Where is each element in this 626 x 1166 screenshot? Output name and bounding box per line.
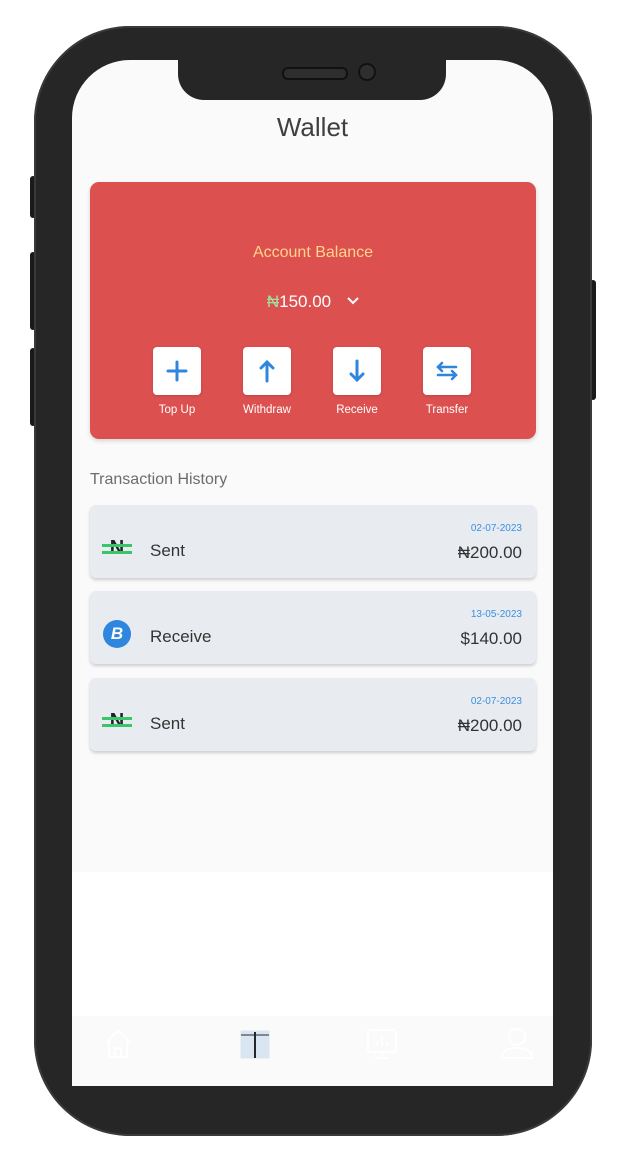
transaction-amount: ₦200.00 [457, 543, 522, 562]
balance-card: Account Balance ₦150.00 Top Up Withdraw [90, 182, 536, 439]
bitcoin-icon: B [103, 620, 131, 648]
currency-symbol: ₦ [266, 292, 280, 311]
app-stage: Wallet Account Balance ₦150.00 Top Up Wi… [0, 0, 626, 1166]
arrow-down-icon [333, 347, 381, 395]
receive-button[interactable]: Receive [322, 347, 392, 422]
balance-amount: 150.00 [279, 292, 332, 311]
nav-home[interactable] [98, 1024, 138, 1064]
nav-stats[interactable] [362, 1024, 402, 1064]
transaction-amount: $140.00 [460, 629, 522, 648]
book-icon [235, 1030, 275, 1068]
transaction-date: 02-07-2023 [470, 696, 522, 707]
transaction-date: 02-07-2023 [470, 523, 522, 534]
balance-label: Account Balance [252, 244, 374, 261]
withdraw-label: Withdraw [243, 404, 291, 416]
page-title: Wallet [276, 112, 349, 142]
bottom-nav [72, 1016, 553, 1076]
monitor-chart-icon [362, 1029, 402, 1068]
transaction-type: Sent [150, 714, 185, 733]
top-up-button[interactable]: Top Up [142, 347, 212, 422]
nav-book[interactable] [235, 1024, 275, 1064]
transaction-type: Sent [150, 541, 185, 560]
transaction-row[interactable]: N Sent 02-07-2023 ₦200.00 [90, 678, 536, 751]
transaction-history-title: Transaction History [90, 471, 228, 488]
transfer-button[interactable]: Transfer [412, 347, 482, 422]
receive-label: Receive [336, 404, 378, 416]
user-icon [497, 1028, 537, 1068]
chevron-down-icon[interactable] [347, 294, 359, 308]
transaction-type: Receive [150, 627, 212, 646]
arrow-up-icon [243, 347, 291, 395]
transaction-row[interactable]: N Sent 02-07-2023 ₦200.00 [90, 505, 536, 578]
transfer-label: Transfer [425, 404, 469, 416]
withdraw-button[interactable]: Withdraw [232, 347, 302, 422]
home-icon [98, 1030, 138, 1068]
screen-blank-area [72, 872, 553, 1016]
plus-icon [153, 347, 201, 395]
app-screen: Wallet Account Balance ₦150.00 Top Up Wi… [72, 60, 553, 1086]
nav-profile[interactable] [497, 1024, 537, 1064]
transaction-row[interactable]: B Receive 13-05-2023 $140.00 [90, 591, 536, 664]
balance-amount-selector[interactable]: ₦150.00 [90, 292, 536, 312]
transaction-amount: ₦200.00 [457, 716, 522, 735]
phone-notch [178, 60, 446, 100]
naira-icon: N [102, 533, 132, 563]
transaction-date: 13-05-2023 [470, 609, 522, 620]
speaker-grille [282, 67, 348, 80]
transfer-arrows-icon [423, 347, 471, 395]
front-camera [358, 63, 376, 81]
top-up-label: Top Up [158, 404, 196, 416]
naira-icon: N [102, 706, 132, 736]
